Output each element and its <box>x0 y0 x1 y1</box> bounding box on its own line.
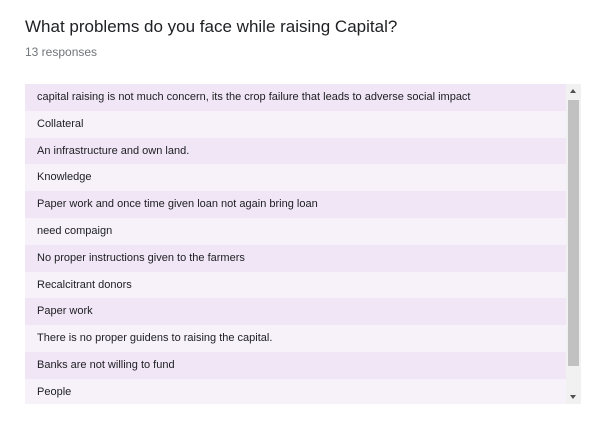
vertical-scrollbar[interactable] <box>566 84 581 404</box>
list-item: Recalcitrant donors <box>25 271 566 299</box>
list-item: need compaign <box>25 217 566 245</box>
question-title: What problems do you face while raising … <box>25 17 398 36</box>
responses-list: capital raising is not much concern, its… <box>25 84 566 404</box>
list-item: Knowledge <box>25 164 566 192</box>
response-count: 13 responses <box>25 45 98 59</box>
list-item: Banks are not willing to fund <box>25 351 566 379</box>
list-item: There is no proper guidens to raising th… <box>25 325 566 352</box>
scrollbar-thumb[interactable] <box>568 100 579 366</box>
list-item: capital raising is not much concern, its… <box>25 84 566 111</box>
list-item: Collateral <box>25 110 566 138</box>
chevron-down-icon[interactable] <box>566 390 581 404</box>
chevron-up-icon[interactable] <box>566 84 581 98</box>
list-item: Paper work and once time given loan not … <box>25 191 566 218</box>
list-item: People <box>25 378 566 404</box>
responses-list-container[interactable]: capital raising is not much concern, its… <box>25 84 581 404</box>
list-item: An infrastructure and own land. <box>25 137 566 165</box>
list-item: No proper instructions given to the farm… <box>25 244 566 272</box>
response-summary-card: What problems do you face while raising … <box>0 0 598 428</box>
list-item: Paper work <box>25 298 566 326</box>
